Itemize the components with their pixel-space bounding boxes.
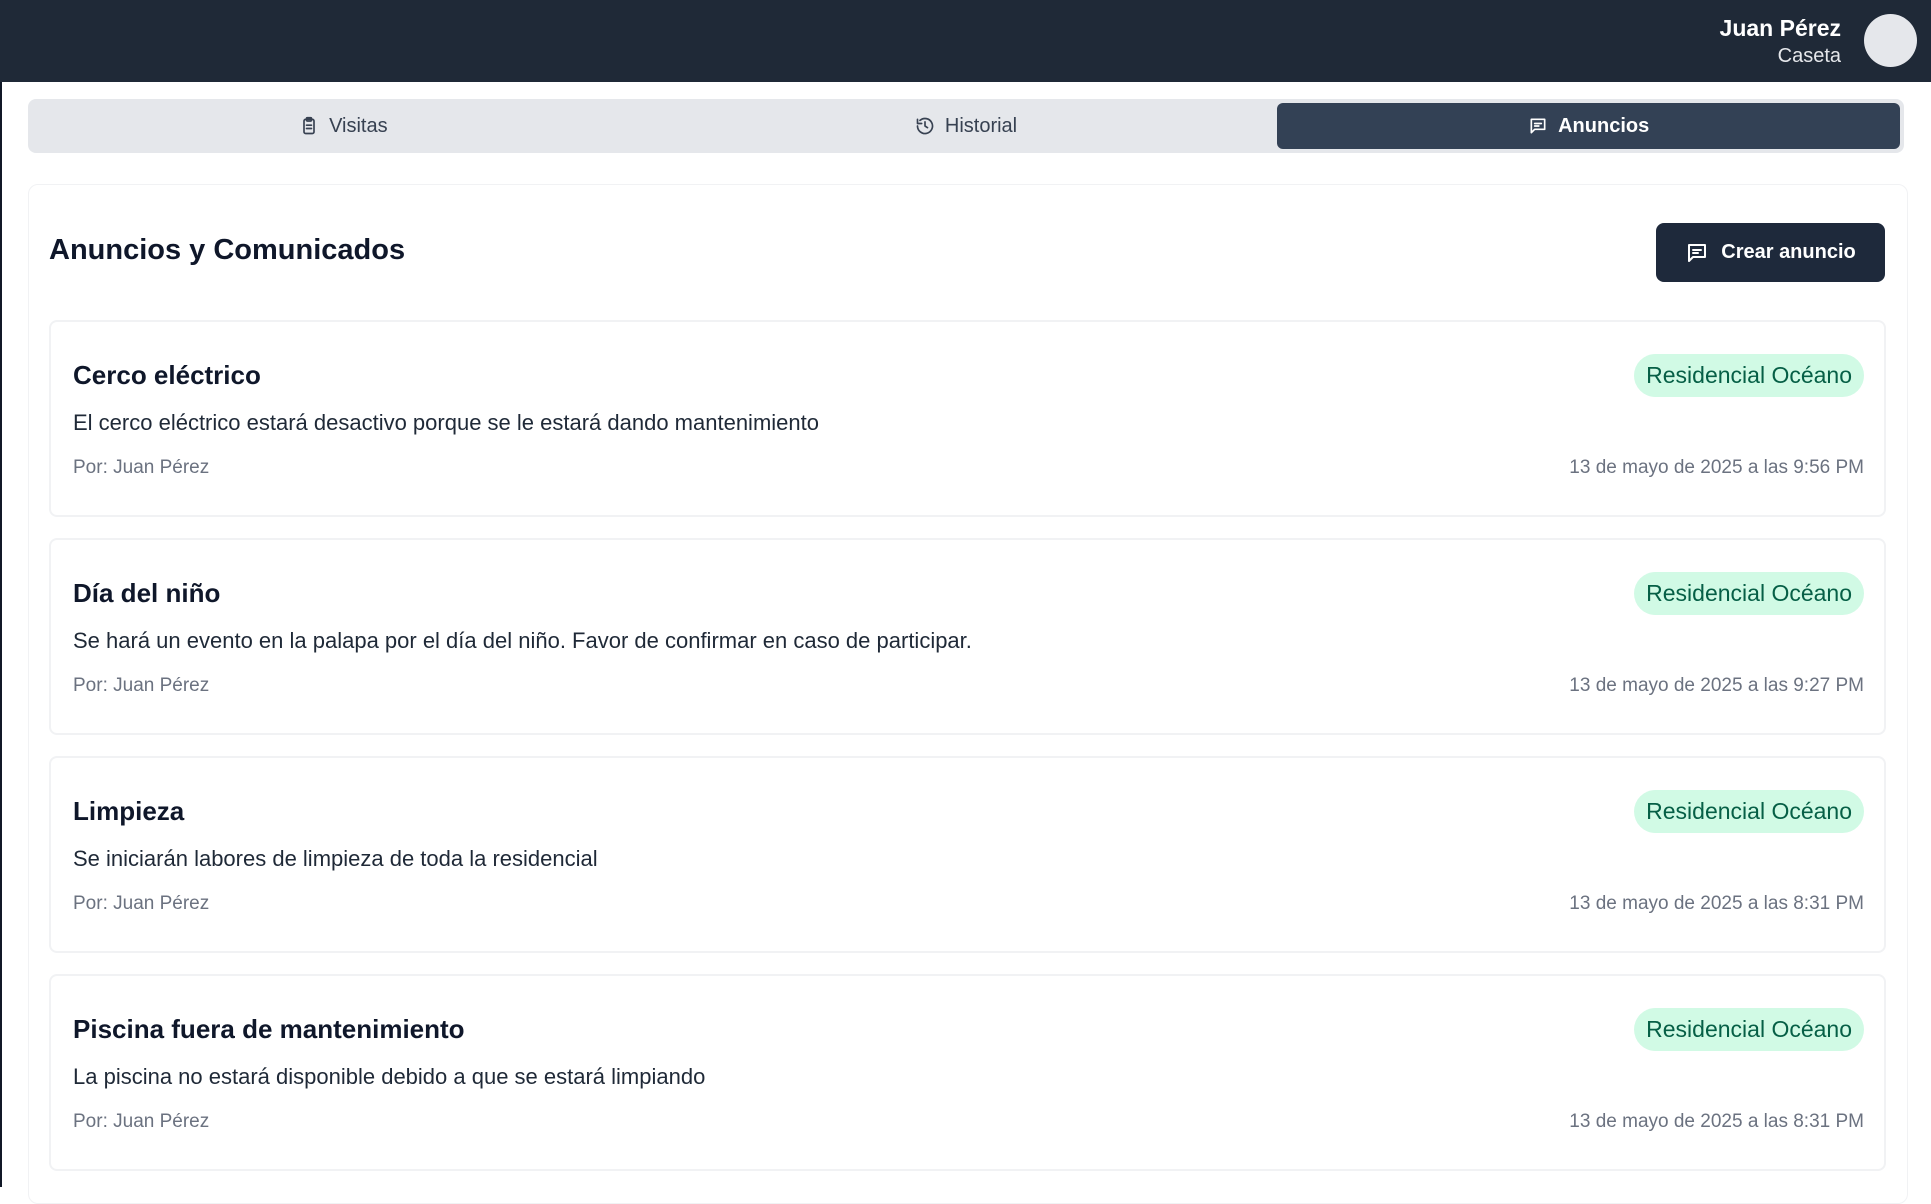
announcement-author: Por: Juan Pérez xyxy=(73,893,210,914)
announcement-title: Piscina fuera de mantenimiento xyxy=(73,1014,465,1044)
announcement-author: Por: Juan Pérez xyxy=(73,457,210,478)
message-icon xyxy=(1688,243,1707,262)
tab-label: Historial xyxy=(944,114,1018,137)
create-announcement-button[interactable]: Crear anuncio xyxy=(1656,223,1885,282)
announcement-date: 13 de mayo de 2025 a las 9:56 PM xyxy=(1569,457,1864,478)
residence-badge: Residencial Océano xyxy=(1634,790,1864,833)
tab-bar: Visitas Historial Anuncios xyxy=(28,99,1904,153)
announcement-date: 13 de mayo de 2025 a las 9:27 PM xyxy=(1569,675,1864,696)
announcement-title: Día del niño xyxy=(73,578,221,608)
clipboard-icon xyxy=(303,116,315,135)
residence-badge: Residencial Océano xyxy=(1634,354,1864,397)
announcement-card[interactable]: Piscina fuera de mantenimiento Residenci… xyxy=(49,974,1886,1171)
announcement-card[interactable]: Limpieza Residencial Océano Se iniciarán… xyxy=(49,756,1886,953)
announcement-card[interactable]: Cerco eléctrico Residencial Océano El ce… xyxy=(49,320,1886,517)
page-title: Anuncios y Comunicados xyxy=(49,234,406,266)
residence-badge: Residencial Océano xyxy=(1634,1008,1864,1051)
announcement-date: 13 de mayo de 2025 a las 8:31 PM xyxy=(1569,893,1864,914)
announcement-body: El cerco eléctrico estará desactivo porq… xyxy=(73,410,819,435)
announcement-title: Limpieza xyxy=(73,796,185,826)
tab-visitas[interactable]: Visitas xyxy=(32,103,655,149)
history-icon xyxy=(916,117,934,135)
announcement-date: 13 de mayo de 2025 a las 8:31 PM xyxy=(1569,1111,1864,1132)
tab-label: Visitas xyxy=(329,114,388,137)
announcement-title: Cerco eléctrico xyxy=(73,360,261,390)
announcement-body: La piscina no estará disponible debido a… xyxy=(73,1064,706,1089)
tab-anuncios[interactable]: Anuncios xyxy=(1277,103,1901,149)
top-bar: Juan Pérez Caseta xyxy=(0,0,1931,82)
announcement-card[interactable]: Día del niño Residencial Océano Se hará … xyxy=(49,538,1886,735)
announcement-author: Por: Juan Pérez xyxy=(73,675,210,696)
announcement-author: Por: Juan Pérez xyxy=(73,1111,210,1132)
avatar[interactable] xyxy=(1864,14,1917,67)
message-icon xyxy=(1530,118,1546,134)
user-name: Juan Pérez xyxy=(1719,15,1841,41)
user-role: Caseta xyxy=(1777,45,1841,67)
announcement-body: Se iniciarán labores de limpieza de toda… xyxy=(73,846,598,871)
announcement-body: Se hará un evento en la palapa por el dí… xyxy=(73,628,972,653)
residence-badge: Residencial Océano xyxy=(1634,572,1864,615)
tab-label: Anuncios xyxy=(1558,114,1650,137)
create-button-label: Crear anuncio xyxy=(1721,241,1856,263)
user-info: Juan Pérez Caseta xyxy=(1720,14,1841,70)
tab-historial[interactable]: Historial xyxy=(655,103,1278,149)
